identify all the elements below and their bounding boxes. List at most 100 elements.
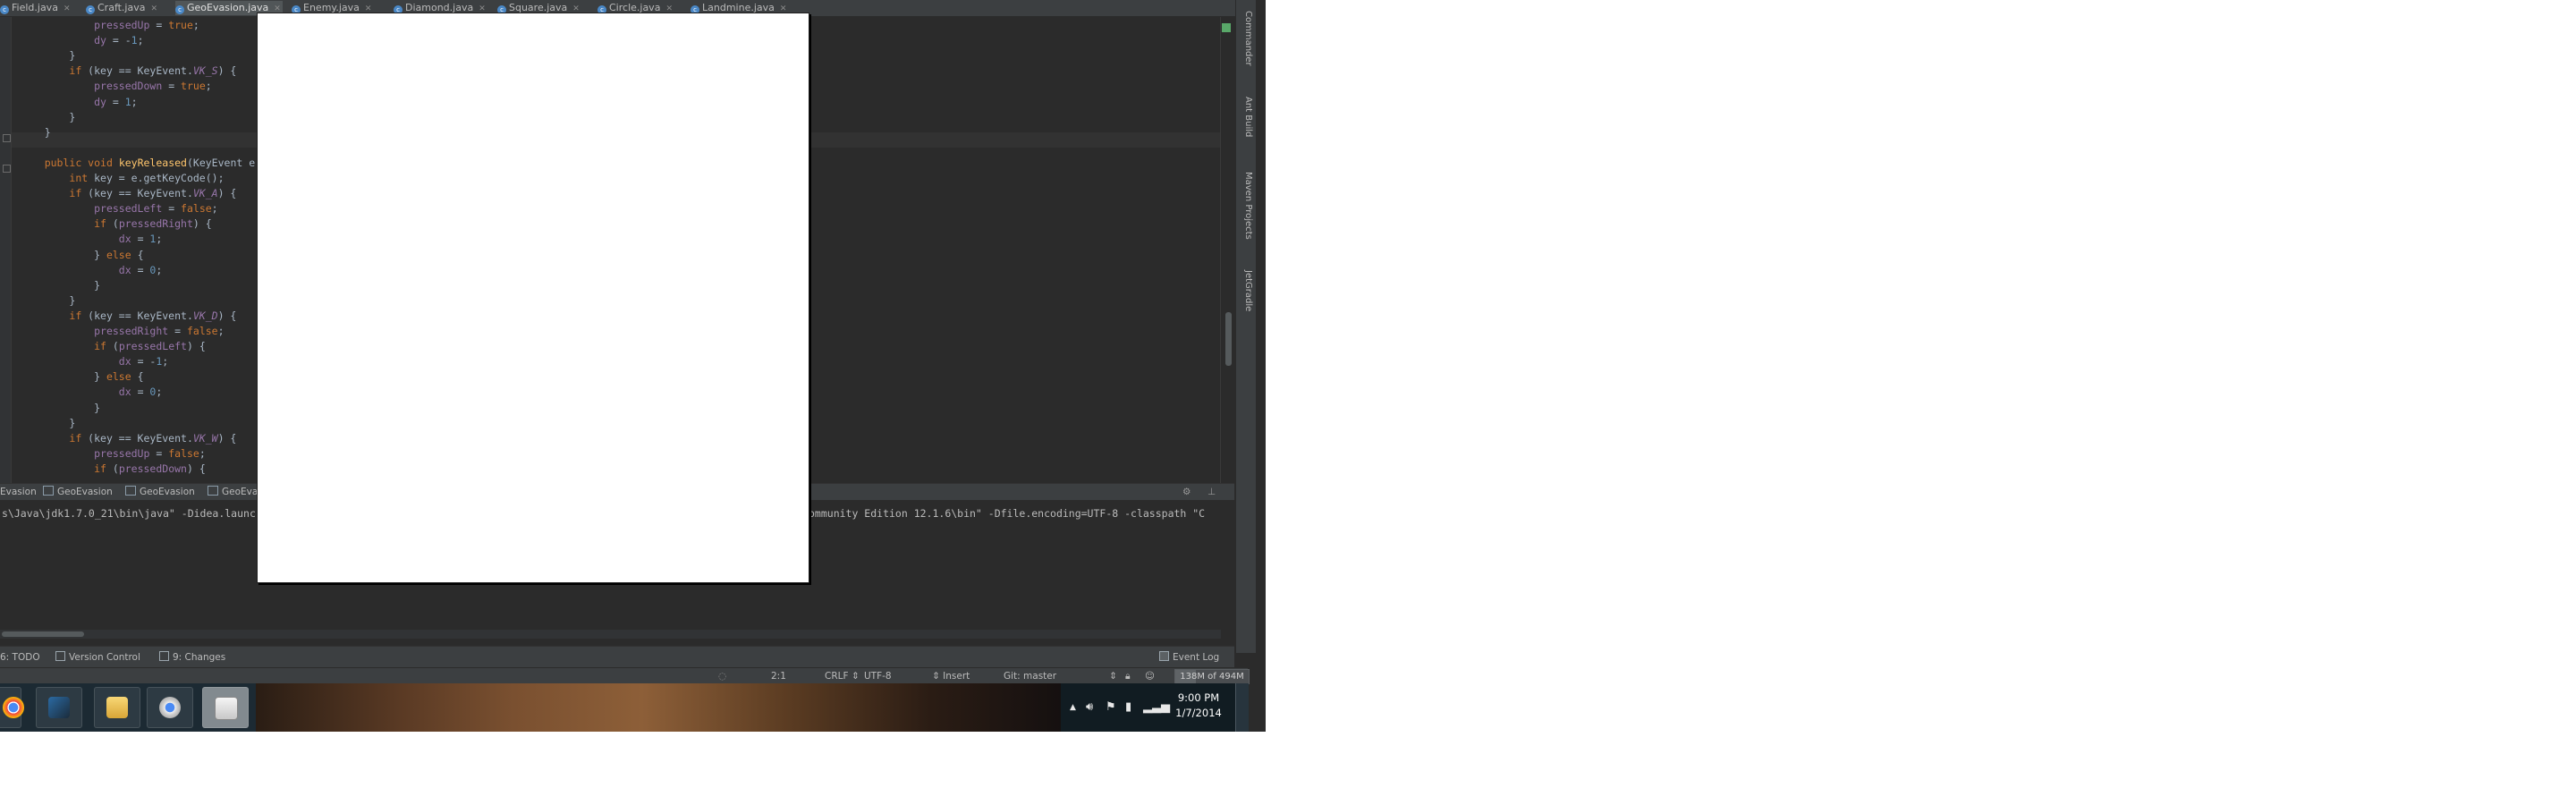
- editor-vertical-scrollbar[interactable]: [1220, 17, 1235, 483]
- tool-ant-build[interactable]: Ant Build: [1239, 97, 1253, 137]
- code-token: ;: [192, 19, 199, 31]
- line-separator[interactable]: CRLF ⇕: [825, 670, 860, 682]
- code-line[interactable]: }: [20, 110, 75, 125]
- editor-gutter[interactable]: [0, 17, 12, 483]
- code-line[interactable]: if (pressedLeft) {: [20, 339, 206, 354]
- code-token: =: [131, 233, 150, 246]
- tab-changes[interactable]: 9: Changes: [159, 651, 225, 664]
- code-line[interactable]: if (pressedRight) {: [20, 216, 212, 232]
- tool-jetgradle[interactable]: JetGradle: [1239, 270, 1253, 311]
- action-center-flag-icon[interactable]: ⚑: [1106, 701, 1116, 714]
- code-line[interactable]: dx = 0;: [20, 263, 163, 278]
- code-line[interactable]: if (key == KeyEvent.VK_D) {: [20, 309, 236, 324]
- taskbar-java-app[interactable]: [202, 687, 249, 728]
- code-token: =: [106, 95, 125, 108]
- tab-version-control[interactable]: Version Control: [55, 651, 140, 664]
- volume-icon[interactable]: 🔊︎: [1086, 701, 1093, 714]
- network-signal-icon[interactable]: ▂▃▅: [1143, 701, 1170, 714]
- run-tab[interactable]: GeoEvasion: [43, 486, 113, 498]
- code-line[interactable]: }: [20, 401, 100, 416]
- code-line[interactable]: pressedLeft = false;: [20, 201, 218, 216]
- code-line[interactable]: dx = 0;: [20, 385, 163, 400]
- taskbar-chrome[interactable]: [0, 687, 24, 728]
- close-icon[interactable]: ✕: [64, 4, 71, 13]
- code-line[interactable]: }: [20, 293, 75, 309]
- event-log-icon: [1159, 651, 1169, 661]
- code-token: pressedLeft: [94, 202, 163, 216]
- taskbar-chrome-alt[interactable]: [147, 687, 193, 728]
- tool-commander[interactable]: Commander: [1239, 11, 1253, 66]
- code-line[interactable]: public void keyReleased(KeyEvent e) {: [20, 156, 274, 171]
- console-horizontal-scrollbar[interactable]: [0, 630, 1221, 639]
- git-branch[interactable]: Git: master: [1004, 670, 1056, 682]
- fold-marker-icon[interactable]: [3, 165, 11, 173]
- taskbar-intellij[interactable]: [36, 687, 82, 728]
- code-line[interactable]: int key = e.getKeyCode();: [20, 171, 225, 186]
- code-token: if: [94, 217, 106, 231]
- code-token: ;: [156, 233, 163, 246]
- scrollbar-thumb[interactable]: [2, 631, 84, 637]
- code-line[interactable]: } else {: [20, 248, 144, 263]
- code-line[interactable]: }: [20, 416, 75, 431]
- code-line[interactable]: }: [20, 125, 51, 140]
- file-encoding[interactable]: UTF-8: [864, 670, 892, 682]
- code-token: pressedLeft: [118, 340, 187, 353]
- tab-todo[interactable]: 6: TODO: [0, 651, 40, 664]
- code-line[interactable]: }: [20, 278, 100, 293]
- code-token: else: [106, 370, 131, 384]
- code-line[interactable]: pressedDown = true;: [20, 79, 212, 94]
- taskbar-explorer[interactable]: [94, 687, 140, 728]
- power-icon[interactable]: ▮: [1125, 701, 1131, 714]
- code-line[interactable]: dy = -1;: [20, 33, 144, 48]
- caret-position[interactable]: 2:1: [771, 670, 786, 682]
- insert-mode[interactable]: ⇕ Insert: [932, 670, 970, 682]
- system-clock[interactable]: 9:00 PM 1/7/2014: [1167, 691, 1230, 721]
- memory-indicator[interactable]: 138M of 494M: [1174, 669, 1250, 684]
- code-line[interactable]: if (pressedDown) {: [20, 462, 206, 477]
- show-hidden-icons-icon[interactable]: ▲: [1070, 701, 1076, 714]
- code-line[interactable]: dx = -1;: [20, 354, 168, 369]
- code-token: (: [106, 462, 119, 475]
- code-line[interactable]: if (key == KeyEvent.VK_W) {: [20, 431, 236, 446]
- code-line[interactable]: dx = 1;: [20, 232, 163, 247]
- code-line[interactable]: }: [20, 48, 75, 64]
- tool-maven-projects[interactable]: Maven Projects: [1239, 172, 1253, 240]
- lock-icon[interactable]: 🔒︎: [1125, 670, 1131, 682]
- run-tab[interactable]: GeoEvasion: [125, 486, 195, 498]
- code-token: }: [20, 110, 76, 123]
- code-line[interactable]: if (key == KeyEvent.VK_A) {: [20, 186, 236, 201]
- run-tab[interactable]: Evasion: [0, 486, 37, 498]
- code-token: {: [131, 248, 144, 261]
- code-line[interactable]: dy = 1;: [20, 95, 138, 110]
- code-line[interactable]: pressedUp = true;: [20, 18, 199, 33]
- gear-icon[interactable]: ⚙: [1182, 486, 1191, 498]
- code-token: ;: [137, 34, 144, 47]
- code-token: pressedDown: [94, 80, 163, 93]
- tab-field-java[interactable]: c Field.java ✕: [0, 1, 79, 15]
- code-token: ;: [162, 355, 169, 369]
- code-token: key = e.getKeyCode();: [88, 172, 225, 184]
- code-token: (key == KeyEvent.: [81, 309, 193, 322]
- code-token: ) {: [186, 462, 206, 475]
- code-line[interactable]: pressedRight = false;: [20, 324, 224, 339]
- hide-panel-icon[interactable]: ⊥: [1208, 486, 1216, 498]
- running-app-window[interactable]: [257, 13, 809, 583]
- inspector-icon[interactable]: ☺︎: [1145, 670, 1155, 682]
- close-icon[interactable]: ✕: [150, 4, 157, 13]
- code-line[interactable]: if (key == KeyEvent.VK_S) {: [20, 64, 236, 79]
- branch-switch-icon[interactable]: ⇕: [1109, 670, 1117, 682]
- code-token: ;: [131, 95, 138, 108]
- code-line[interactable]: pressedUp = false;: [20, 446, 206, 462]
- inspection-ok-icon[interactable]: [1222, 23, 1231, 32]
- code-token: (key == KeyEvent.: [81, 64, 193, 78]
- desktop-wallpaper: [256, 683, 1061, 732]
- code-line[interactable]: } else {: [20, 369, 143, 385]
- tab-craft-java[interactable]: c Craft.java ✕: [86, 1, 168, 15]
- show-desktop-button[interactable]: [1235, 683, 1249, 732]
- tab-event-log[interactable]: Event Log: [1159, 651, 1219, 664]
- fold-marker-icon[interactable]: [3, 134, 11, 142]
- scrollbar-thumb[interactable]: [1225, 312, 1232, 366]
